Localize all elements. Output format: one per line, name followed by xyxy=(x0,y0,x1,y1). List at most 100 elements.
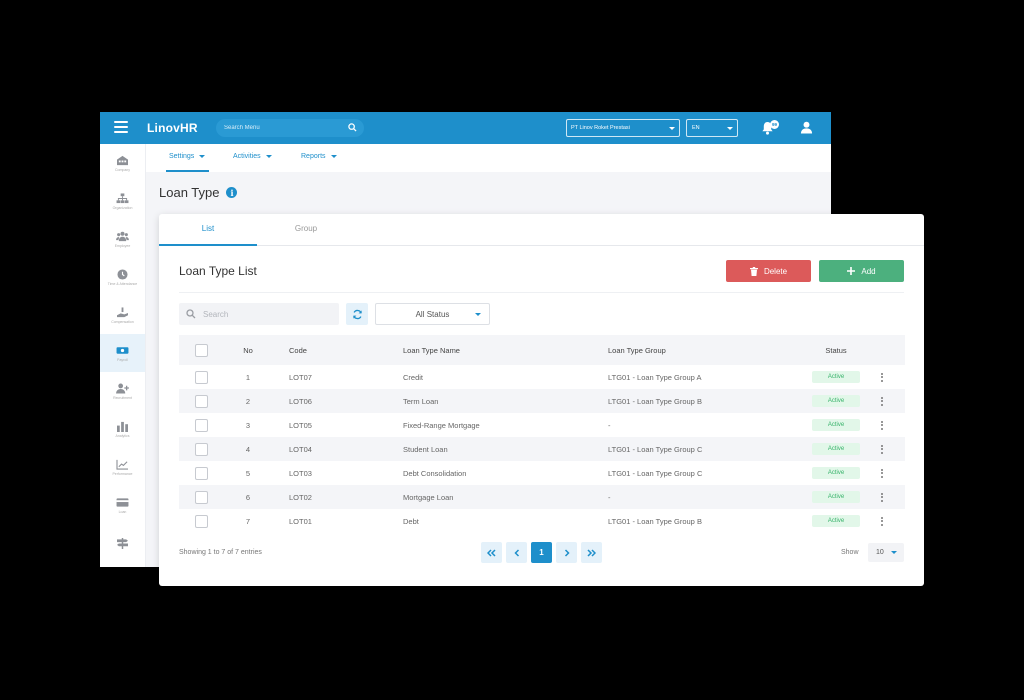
plus-icon xyxy=(847,267,856,275)
header-status[interactable]: Status xyxy=(811,346,861,355)
language-value: EN xyxy=(692,125,700,131)
row-name: Fixed-Range Mortgage xyxy=(403,420,480,430)
sidebar-item-compensation[interactable]: Compensation xyxy=(100,296,145,334)
delete-button[interactable]: Delete xyxy=(726,260,811,282)
sidebar-item-organization[interactable]: Organization xyxy=(100,182,145,220)
user-icon[interactable] xyxy=(800,121,813,134)
row-more-icon[interactable] xyxy=(881,468,883,478)
search-icon[interactable] xyxy=(348,123,357,132)
add-button[interactable]: Add xyxy=(819,260,904,282)
table-row[interactable]: 2 LOT06 Term Loan LTG01 - Loan Type Grou… xyxy=(179,389,905,413)
add-user-icon xyxy=(116,383,129,394)
status-badge: Active xyxy=(812,515,860,527)
row-more-icon[interactable] xyxy=(881,444,883,454)
trend-icon xyxy=(116,459,128,470)
tab-bar: List Group xyxy=(159,214,924,246)
search-input[interactable] xyxy=(203,309,333,319)
sidebar-item-analytics[interactable]: Analytics xyxy=(100,410,145,448)
subnav-activities-label: Activities xyxy=(233,153,261,160)
row-no: 5 xyxy=(245,468,251,478)
row-code: LOT04 xyxy=(289,444,312,454)
select-all-checkbox[interactable] xyxy=(195,343,208,357)
status-badge: Active xyxy=(812,491,860,503)
app-logo[interactable]: LinovHR xyxy=(147,121,198,135)
row-more-icon[interactable] xyxy=(881,420,883,430)
search-box xyxy=(179,303,339,325)
search-menu-input[interactable] xyxy=(224,125,342,131)
notification-badge: 99 xyxy=(770,120,779,129)
status-badge: Active xyxy=(812,395,860,407)
row-status: Active xyxy=(811,515,861,527)
row-name: Term Loan xyxy=(403,396,439,406)
subnav-activities[interactable]: Activities xyxy=(233,153,272,160)
tab-list[interactable]: List xyxy=(159,224,257,233)
table-row[interactable]: 3 LOT05 Fixed-Range Mortgage - Active xyxy=(179,413,905,437)
page-size-select[interactable]: 10 xyxy=(868,543,904,562)
row-checkbox[interactable] xyxy=(195,514,208,528)
status-filter-select[interactable]: All Status xyxy=(375,303,490,325)
sidebar-item-loan[interactable]: Loan xyxy=(100,486,145,524)
row-more-icon[interactable] xyxy=(881,396,883,406)
last-page-button[interactable] xyxy=(581,542,602,563)
sidebar-item-more[interactable] xyxy=(100,524,145,562)
header-name[interactable]: Loan Type Name xyxy=(403,346,460,355)
row-code: LOT03 xyxy=(289,468,312,478)
chevron-down-icon xyxy=(199,155,206,158)
row-code: LOT07 xyxy=(289,372,312,382)
row-more-icon[interactable] xyxy=(881,372,883,382)
table-row[interactable]: 4 LOT04 Student Loan LTG01 - Loan Type G… xyxy=(179,437,905,461)
table-row[interactable]: 6 LOT02 Mortgage Loan - Active xyxy=(179,485,905,509)
row-group: LTG01 - Loan Type Group B xyxy=(608,396,702,406)
table-row[interactable]: 7 LOT01 Debt LTG01 - Loan Type Group B A… xyxy=(179,509,905,533)
info-icon[interactable]: i xyxy=(226,187,238,198)
language-select[interactable]: EN xyxy=(686,119,738,137)
row-more-icon[interactable] xyxy=(881,492,883,502)
chevron-down-icon xyxy=(265,155,272,158)
hamburger-menu-icon[interactable] xyxy=(114,121,128,133)
table-row[interactable]: 5 LOT03 Debt Consolidation LTG01 - Loan … xyxy=(179,461,905,485)
sidebar-item-recruitment[interactable]: Recruitment xyxy=(100,372,145,410)
sidebar-item-label: Recruitment xyxy=(113,395,132,400)
row-checkbox[interactable] xyxy=(195,370,208,384)
row-no: 2 xyxy=(245,396,251,406)
row-checkbox[interactable] xyxy=(195,490,208,504)
sidebar-item-company[interactable]: Company xyxy=(100,144,145,182)
subnav-reports[interactable]: Reports xyxy=(301,153,337,160)
table-row[interactable]: 1 LOT07 Credit LTG01 - Loan Type Group A… xyxy=(179,365,905,389)
tab-group[interactable]: Group xyxy=(257,224,355,233)
row-checkbox[interactable] xyxy=(195,418,208,432)
row-name: Credit xyxy=(403,372,424,382)
row-checkbox[interactable] xyxy=(195,442,208,456)
subnav-settings[interactable]: Settings xyxy=(169,153,206,160)
row-checkbox[interactable] xyxy=(195,466,208,480)
signpost-icon xyxy=(117,537,128,549)
sidebar-item-performance[interactable]: Performance xyxy=(100,448,145,486)
page-button-current[interactable]: 1 xyxy=(531,542,552,563)
row-status: Active xyxy=(811,371,861,383)
header-group[interactable]: Loan Type Group xyxy=(608,346,666,355)
row-group: LTG01 - Loan Type Group A xyxy=(608,372,702,382)
header-no: No xyxy=(243,345,253,355)
row-status: Active xyxy=(811,443,861,455)
status-badge: Active xyxy=(812,371,860,383)
first-page-button[interactable] xyxy=(481,542,502,563)
tab-active-indicator xyxy=(159,244,257,246)
refresh-icon xyxy=(352,309,362,319)
list-title: Loan Type List xyxy=(179,264,257,278)
prev-page-button[interactable] xyxy=(506,542,527,563)
row-name: Student Loan xyxy=(403,444,448,454)
refresh-button[interactable] xyxy=(346,303,368,325)
sidebar-item-time-attendance[interactable]: Time & Attendance xyxy=(100,258,145,296)
header-code[interactable]: Code xyxy=(289,346,307,355)
next-page-button[interactable] xyxy=(556,542,577,563)
chevron-left-icon xyxy=(513,548,519,557)
row-checkbox[interactable] xyxy=(195,394,208,408)
row-more-icon[interactable] xyxy=(881,516,883,526)
sidebar-item-employee[interactable]: Employee xyxy=(100,220,145,258)
sidebar-item-payroll[interactable]: Payroll xyxy=(100,334,145,372)
company-select[interactable]: PT Linov Roket Prestasi xyxy=(566,119,680,137)
row-code: LOT05 xyxy=(289,420,312,430)
top-bar: LinovHR PT Linov Roket Prestasi EN 99 xyxy=(100,112,831,144)
row-group: LTG01 - Loan Type Group C xyxy=(608,444,703,454)
sidebar-item-label: Compensation xyxy=(111,319,134,324)
